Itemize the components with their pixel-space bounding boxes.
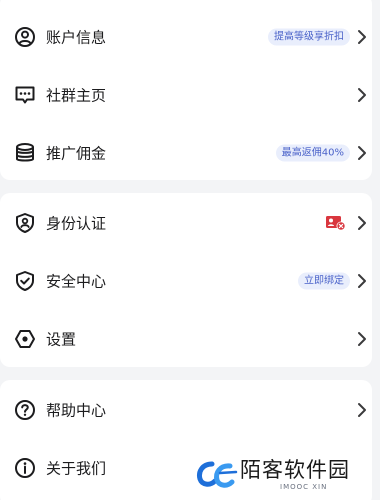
menu-item-label: 身份认证 <box>46 214 107 233</box>
help-circle-icon <box>14 399 36 421</box>
chevron-right-icon <box>356 87 368 103</box>
menu-item-about-us[interactable]: 关于我们 <box>0 439 372 497</box>
menu-item-community[interactable]: 社群主页 <box>0 66 372 124</box>
settings-page: 账户信息 提高等级享折扣 社群主页 推广佣金 最高返佣40% 身份认证 安全中心… <box>0 0 380 500</box>
menu-item-security-center[interactable]: 安全中心 立即绑定 <box>0 252 372 310</box>
unverified-badge-icon <box>326 215 346 231</box>
id-shield-icon <box>14 212 36 234</box>
menu-item-label: 安全中心 <box>46 272 107 291</box>
menu-item-settings[interactable]: 设置 <box>0 310 372 367</box>
chevron-right-icon <box>356 273 368 289</box>
chevron-right-icon <box>356 145 368 161</box>
commission-rate-badge: 最高返佣40% <box>275 144 350 162</box>
chevron-right-icon <box>356 215 368 231</box>
chevron-right-icon <box>356 402 368 418</box>
settings-hexagon-icon <box>14 328 36 350</box>
chat-bubble-icon <box>14 84 36 106</box>
menu-item-identity-verification[interactable]: 身份认证 <box>0 194 372 252</box>
bind-now-badge: 立即绑定 <box>298 272 350 290</box>
account-level-badge: 提高等级享折扣 <box>268 28 350 46</box>
chevron-right-icon <box>356 331 368 347</box>
user-circle-icon <box>14 26 36 48</box>
menu-item-commission[interactable]: 推广佣金 最高返佣40% <box>0 124 372 180</box>
menu-item-help-center[interactable]: 帮助中心 <box>0 381 372 439</box>
menu-item-account-info[interactable]: 账户信息 提高等级享折扣 <box>0 8 372 66</box>
shield-check-icon <box>14 270 36 292</box>
menu-group-support: 帮助中心 关于我们 <box>0 380 372 500</box>
menu-item-label: 帮助中心 <box>46 401 107 420</box>
menu-group-account: 账户信息 提高等级享折扣 社群主页 推广佣金 最高返佣40% <box>0 0 372 180</box>
menu-item-label: 关于我们 <box>46 459 107 478</box>
menu-group-security: 身份认证 安全中心 立即绑定 设置 <box>0 193 372 367</box>
chevron-right-icon <box>356 29 368 45</box>
menu-item-label: 账户信息 <box>46 28 107 47</box>
menu-item-label: 设置 <box>46 330 77 349</box>
menu-item-label: 社群主页 <box>46 86 107 105</box>
menu-item-label: 推广佣金 <box>46 144 107 163</box>
coin-stack-icon <box>14 142 36 164</box>
info-circle-icon <box>14 457 36 479</box>
